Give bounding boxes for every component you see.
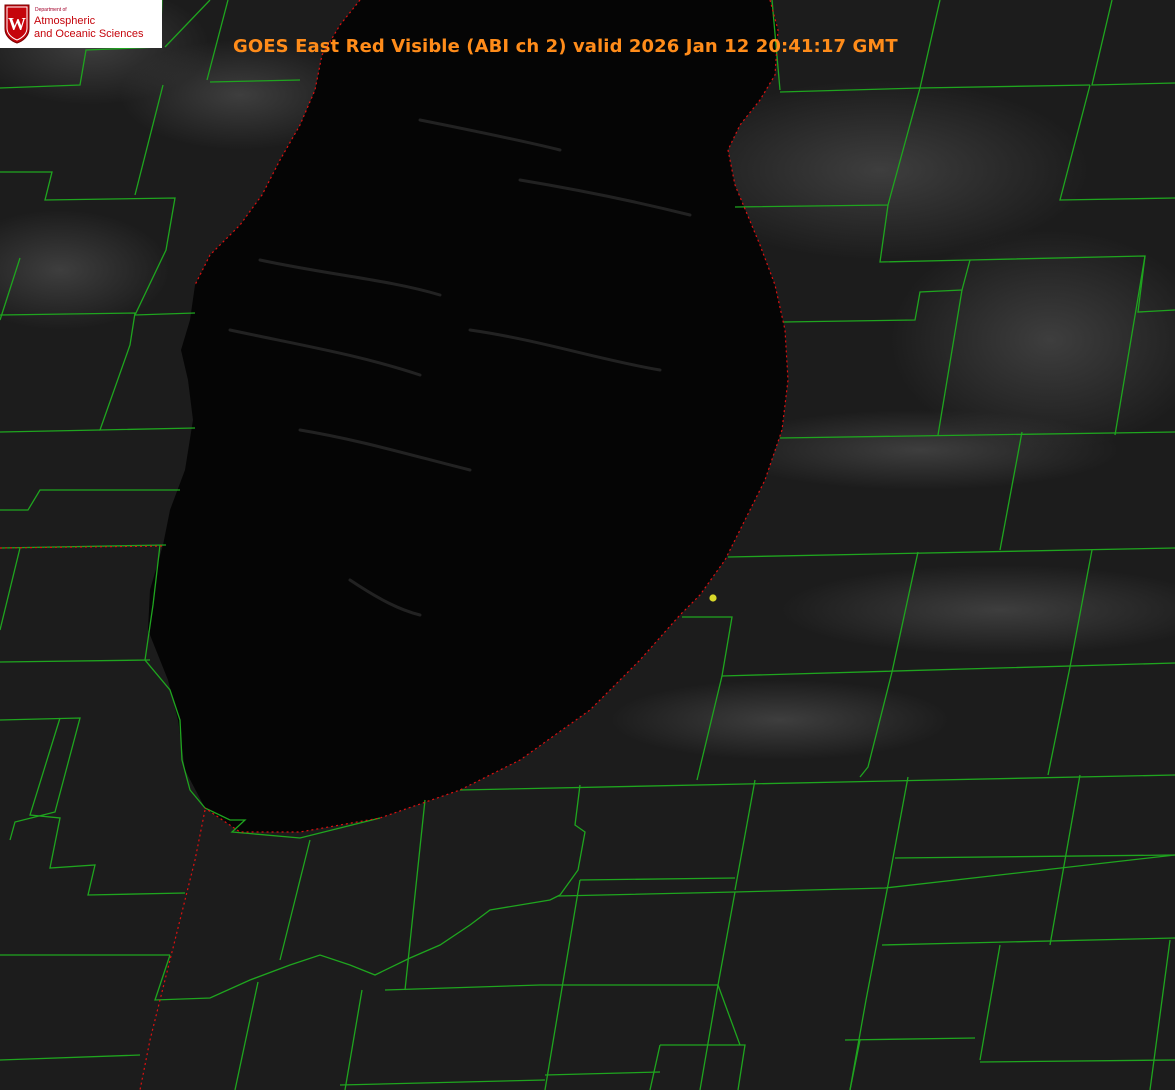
logo-line-atmospheric: Atmospheric <box>34 15 96 27</box>
aos-logo: W Department of Atmospheric and Oceanic … <box>0 0 162 48</box>
uw-crest-icon: W <box>4 4 30 44</box>
site-marker <box>709 594 717 602</box>
logo-department-text: Department of <box>35 7 67 13</box>
logo-line-oceanic: and Oceanic Sciences <box>34 28 144 40</box>
map-title: GOES East Red Visible (ABI ch 2) valid 2… <box>233 36 898 57</box>
satellite-map <box>0 0 1175 1090</box>
svg-text:W: W <box>8 14 26 34</box>
